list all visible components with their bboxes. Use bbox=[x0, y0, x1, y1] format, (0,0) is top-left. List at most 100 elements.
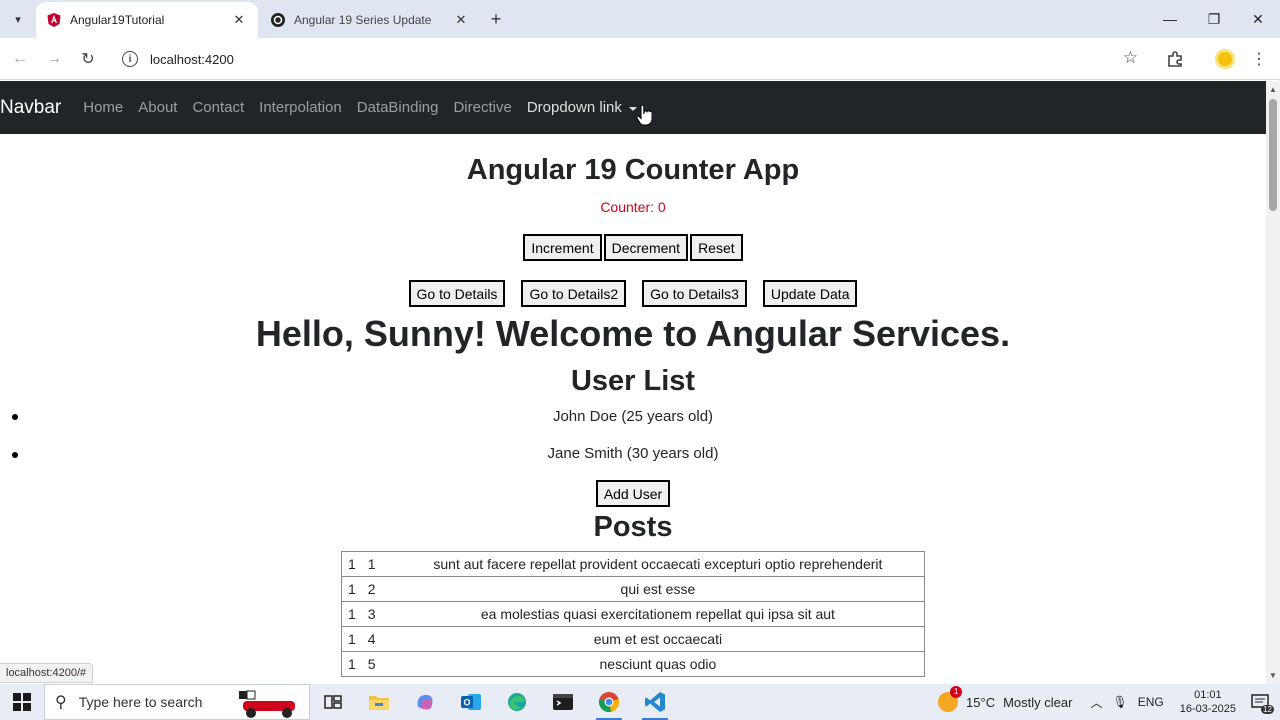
navigation-button-row: Go to Details Go to Details2 Go to Detai… bbox=[0, 280, 1266, 307]
close-icon: ✕ bbox=[1252, 10, 1264, 27]
close-icon[interactable]: ✕ bbox=[452, 11, 470, 29]
tab-title: Angular 19 Series Update bbox=[294, 13, 432, 27]
back-button[interactable]: ← bbox=[8, 47, 32, 71]
update-data-button[interactable]: Update Data bbox=[762, 280, 858, 307]
notification-button[interactable]: 12 bbox=[1246, 688, 1274, 716]
reset-button[interactable]: Reset bbox=[690, 234, 743, 261]
weather-sun-icon: 1 bbox=[938, 686, 963, 712]
extensions-button[interactable] bbox=[1163, 47, 1187, 71]
post-id: 2 bbox=[355, 576, 392, 602]
nav-link-contact[interactable]: Contact bbox=[192, 99, 244, 116]
posts-table: 1 1 sunt aut facere repellat provident o… bbox=[340, 551, 925, 677]
tab-angular19tutorial[interactable]: Angular19Tutorial ✕ bbox=[36, 2, 258, 38]
profile-avatar[interactable] bbox=[1215, 49, 1235, 69]
url-text: localhost:4200 bbox=[150, 51, 234, 67]
nav-link-home[interactable]: Home bbox=[83, 99, 123, 116]
chrome-button[interactable] bbox=[586, 684, 632, 720]
chevron-up-icon[interactable]: ︿ bbox=[1090, 694, 1102, 711]
navbar-brand[interactable]: Navbar bbox=[0, 97, 61, 119]
vscode-button[interactable] bbox=[632, 684, 678, 720]
terminal-button[interactable] bbox=[540, 684, 586, 720]
restore-icon: ❐ bbox=[1207, 10, 1221, 27]
post-user-id: 1 bbox=[340, 551, 356, 577]
address-bar[interactable]: i localhost:4200 ☆ bbox=[112, 43, 1152, 75]
file-explorer-button[interactable] bbox=[356, 684, 402, 720]
forward-button[interactable]: → bbox=[42, 47, 66, 71]
counter-value: Counter: 0 bbox=[600, 199, 666, 215]
copilot-button[interactable] bbox=[402, 684, 448, 720]
add-user-row: Add User bbox=[0, 480, 1266, 507]
go-to-details3-button[interactable]: Go to Details3 bbox=[642, 280, 747, 307]
decrement-button[interactable]: Decrement bbox=[603, 234, 689, 261]
windows-logo-icon bbox=[13, 693, 31, 711]
weather-condition: Mostly clear bbox=[1003, 694, 1073, 710]
windows-taskbar: ⚲ Type here to search O 1 15°C Mostly cl… bbox=[0, 684, 1280, 720]
list-item: Jane Smith (30 years old) bbox=[547, 445, 719, 462]
post-user-id: 1 bbox=[340, 626, 356, 652]
go-to-details2-button[interactable]: Go to Details2 bbox=[521, 280, 627, 307]
openai-icon bbox=[271, 13, 285, 27]
start-button[interactable] bbox=[0, 684, 44, 720]
new-tab-button[interactable]: + bbox=[484, 8, 508, 30]
chrome-icon bbox=[599, 692, 619, 712]
microphone-icon[interactable]: 🎙 bbox=[1112, 695, 1127, 709]
browser-menu-button[interactable]: ⋮ bbox=[1250, 47, 1268, 71]
post-title: ea molestias quasi exercitationem repell… bbox=[391, 601, 925, 627]
increment-button[interactable]: Increment bbox=[523, 234, 602, 261]
tab-search-button[interactable]: ▾ bbox=[6, 8, 30, 30]
post-id: 5 bbox=[355, 651, 392, 677]
angular-icon bbox=[47, 13, 61, 27]
reload-button[interactable]: ↻ bbox=[76, 47, 100, 71]
scroll-up-icon[interactable]: ▲ bbox=[1269, 85, 1277, 94]
add-user-button[interactable]: Add User bbox=[595, 480, 671, 507]
tab-title: Angular19Tutorial bbox=[70, 13, 165, 27]
post-id: 1 bbox=[355, 551, 392, 577]
scroll-down-icon[interactable]: ▼ bbox=[1269, 671, 1277, 680]
outlook-icon: O bbox=[461, 694, 481, 710]
puzzle-icon bbox=[1168, 51, 1182, 67]
post-id: 4 bbox=[355, 626, 392, 652]
language-indicator[interactable]: ENG bbox=[1138, 695, 1164, 709]
restore-button[interactable]: ❐ bbox=[1192, 0, 1236, 38]
nav-link-interpolation[interactable]: Interpolation bbox=[259, 99, 342, 116]
file-explorer-icon bbox=[369, 696, 389, 710]
tab-angular-19-series-update[interactable]: Angular 19 Series Update ✕ bbox=[260, 2, 480, 38]
minimize-button[interactable]: — bbox=[1148, 0, 1192, 38]
counter-button-row: Increment Decrement Reset bbox=[0, 234, 1266, 261]
minimize-icon: — bbox=[1163, 11, 1177, 27]
status-bar-url: localhost:4200/# bbox=[0, 663, 94, 683]
outlook-button[interactable]: O bbox=[448, 684, 494, 720]
taskbar-search[interactable]: ⚲ Type here to search bbox=[44, 684, 310, 720]
go-to-details-button[interactable]: Go to Details bbox=[408, 280, 506, 307]
notification-count: 12 bbox=[1261, 705, 1274, 714]
close-window-button[interactable]: ✕ bbox=[1236, 0, 1280, 38]
task-view-icon bbox=[324, 695, 342, 709]
page-scrollbar[interactable]: ▲ ▼ bbox=[1266, 81, 1280, 684]
svg-text:O: O bbox=[463, 698, 470, 708]
post-user-id: 1 bbox=[340, 601, 356, 627]
post-title: sunt aut facere repellat provident occae… bbox=[391, 551, 925, 577]
task-view-button[interactable] bbox=[310, 684, 356, 720]
more-vertical-icon: ⋮ bbox=[1251, 51, 1267, 68]
post-user-id: 1 bbox=[340, 576, 356, 602]
clock[interactable]: 01:01 16-03-2025 bbox=[1180, 688, 1236, 716]
post-title: nesciunt quas odio bbox=[391, 651, 925, 677]
weather-badge: 1 bbox=[950, 686, 963, 698]
scrollbar-thumb[interactable] bbox=[1269, 99, 1277, 211]
user-list-title: User List bbox=[570, 365, 696, 397]
nav-link-databinding[interactable]: DataBinding bbox=[357, 99, 439, 116]
info-icon[interactable]: i bbox=[122, 51, 138, 67]
post-id: 3 bbox=[355, 601, 392, 627]
arrow-left-icon: ← bbox=[12, 50, 28, 67]
chevron-down-icon: ▾ bbox=[15, 13, 21, 26]
nav-link-directive[interactable]: Directive bbox=[453, 99, 511, 116]
nav-dropdown-toggle[interactable]: Dropdown link bbox=[527, 99, 637, 116]
weather-widget[interactable]: 1 15°C Mostly clear bbox=[938, 686, 1073, 712]
search-icon: ⚲ bbox=[55, 694, 67, 711]
bookmark-star-icon[interactable]: ☆ bbox=[1123, 48, 1138, 68]
edge-button[interactable] bbox=[494, 684, 540, 720]
list-item: John Doe (25 years old) bbox=[552, 408, 714, 425]
nav-link-about[interactable]: About bbox=[138, 99, 177, 116]
close-icon[interactable]: ✕ bbox=[230, 11, 248, 29]
table-row: 1 3 ea molestias quasi exercitationem re… bbox=[340, 601, 925, 627]
